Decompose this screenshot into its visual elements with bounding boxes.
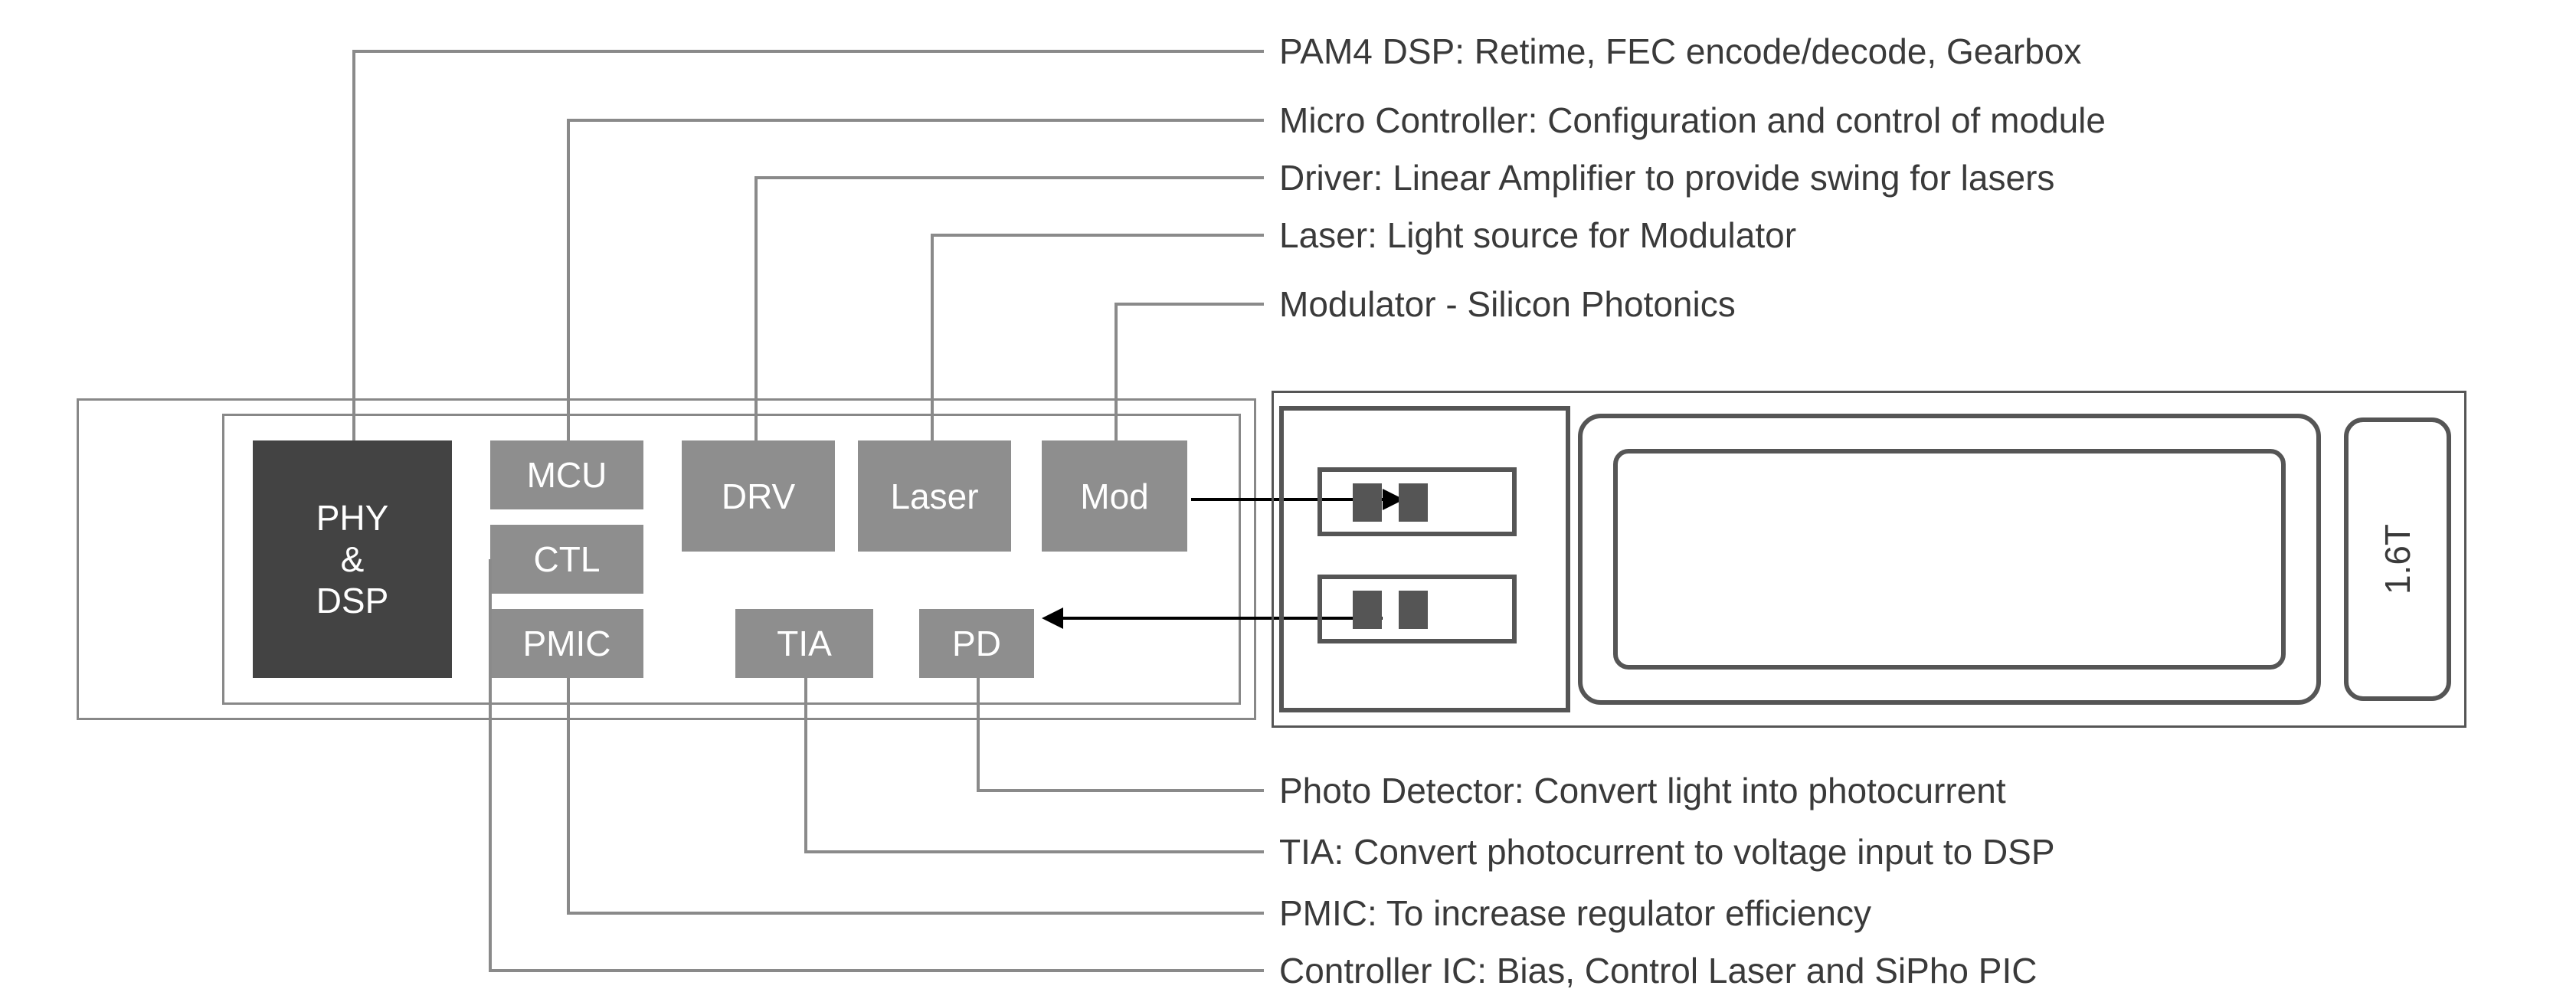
leader-tia-v [804, 678, 807, 850]
diagram-stage: PAM4 DSP: Retime, FEC encode/decode, Gea… [0, 0, 2576, 1002]
block-pmic: PMIC [490, 609, 643, 678]
block-ctl: CTL [490, 525, 643, 594]
transceiver-cage [1279, 406, 1570, 712]
leader-dsp-v [352, 50, 355, 440]
leader-dsp-h [352, 50, 1264, 53]
leader-drv-h [754, 176, 1264, 179]
label-laser: Laser: Light source for Modulator [1279, 214, 1796, 256]
block-mcu: MCU [490, 440, 643, 509]
leader-ctl-v [489, 559, 492, 969]
label-ctl: Controller IC: Bias, Control Laser and S… [1279, 950, 2037, 991]
leader-laser-v [931, 234, 934, 440]
transceiver-port-bottom [1317, 575, 1517, 643]
arrow-rx-head [1042, 607, 1063, 629]
label-tia: TIA: Convert photocurrent to voltage inp… [1279, 831, 2055, 873]
leader-drv-v [754, 176, 758, 440]
leader-mcu-v [567, 119, 570, 440]
leader-pd-v [977, 678, 980, 789]
label-mcu: Micro Controller: Configuration and cont… [1279, 100, 2106, 141]
block-laser: Laser [858, 440, 1011, 552]
leader-laser-h [931, 234, 1264, 237]
label-modulator: Modulator - Silicon Photonics [1279, 283, 1736, 325]
leader-mod-h [1115, 303, 1264, 306]
label-driver: Driver: Linear Amplifier to provide swin… [1279, 157, 2054, 198]
label-dsp: PAM4 DSP: Retime, FEC encode/decode, Gea… [1279, 31, 2081, 72]
leader-pmic-v [567, 678, 570, 912]
port-pin [1399, 591, 1428, 629]
label-pmic: PMIC: To increase regulator efficiency [1279, 892, 1871, 934]
transceiver-body [1578, 414, 2321, 705]
block-mod: Mod [1042, 440, 1187, 552]
block-pd: PD [919, 609, 1034, 678]
block-tia: TIA [735, 609, 873, 678]
port-pin [1353, 591, 1382, 629]
port-pin [1399, 483, 1428, 522]
leader-ctl-h [489, 969, 1264, 972]
leader-pmic-h [567, 912, 1264, 915]
block-drv: DRV [682, 440, 835, 552]
port-pin [1353, 483, 1382, 522]
leader-tia-h [804, 850, 1264, 853]
leader-mcu-h [567, 119, 1264, 122]
leader-mod-v [1115, 303, 1118, 440]
transceiver-endcap: 1.6T [2344, 418, 2451, 701]
leader-pd-h [977, 789, 1264, 792]
transceiver-port-top [1317, 467, 1517, 536]
transceiver-body-inner [1613, 449, 2286, 670]
block-phy-dsp: PHY & DSP [253, 440, 452, 678]
transceiver-rate-label: 1.6T [2377, 524, 2418, 594]
label-pd: Photo Detector: Convert light into photo… [1279, 770, 2006, 811]
